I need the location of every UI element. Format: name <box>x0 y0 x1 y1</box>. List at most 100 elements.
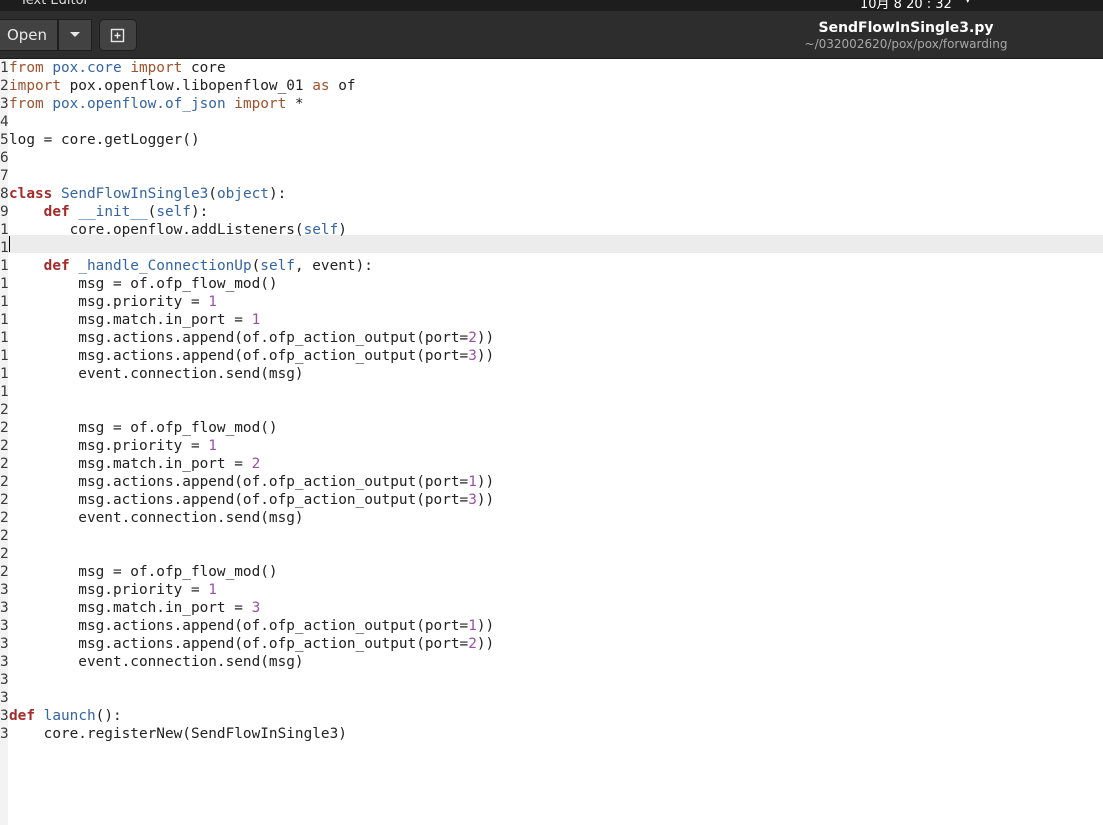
line-number: 5 <box>0 132 8 148</box>
line-number: 11 <box>0 240 8 256</box>
code-line[interactable]: ​ <box>9 545 494 563</box>
line-number: 1 <box>0 60 8 76</box>
line-number: 28 <box>0 546 8 562</box>
line-number: 13 <box>0 276 8 292</box>
code-line[interactable]: msg.actions.append(of.ofp_action_output(… <box>9 329 494 347</box>
code-line[interactable]: from pox.core import core <box>9 59 494 77</box>
code-token: log = core.getLogger() <box>9 132 200 148</box>
code-line[interactable]: event.connection.send(msg) <box>9 509 494 527</box>
code-line[interactable]: msg.match.in_port = 3 <box>9 599 494 617</box>
code-line[interactable]: import pox.openflow.libopenflow_01 as of <box>9 77 494 95</box>
code-token: 2 <box>468 636 477 652</box>
open-menu-button[interactable] <box>58 19 92 51</box>
line-number: 17 <box>0 348 8 364</box>
code-line[interactable]: log = core.getLogger() <box>9 131 494 149</box>
code-token: event.connection.send(msg) <box>9 510 304 526</box>
code-token: msg.match.in_port = <box>9 312 252 328</box>
line-number: 14 <box>0 294 8 310</box>
line-number: 27 <box>0 528 8 544</box>
code-line[interactable]: event.connection.send(msg) <box>9 653 494 671</box>
line-number: 23 <box>0 456 8 472</box>
code-token: self <box>156 204 191 220</box>
code-line[interactable]: ​ <box>9 149 494 167</box>
code-line[interactable]: ​ <box>9 527 494 545</box>
code-line[interactable]: ​ <box>9 671 494 689</box>
code-line[interactable]: core.registerNew(SendFlowInSingle3) <box>9 725 494 743</box>
line-number: 15 <box>0 312 8 328</box>
code-line[interactable]: msg.priority = 1 <box>9 293 494 311</box>
code-token: def <box>43 258 70 274</box>
code-line[interactable]: ​ <box>9 167 494 185</box>
code-line[interactable]: ​ <box>9 239 494 257</box>
text-editor-area[interactable]: 1234567891011121314151617181920212223242… <box>0 59 1103 825</box>
code-token: , event): <box>294 258 373 274</box>
code-line[interactable]: msg.match.in_port = 2 <box>9 455 494 473</box>
code-token: msg.actions.append(of.ofp_action_output(… <box>9 330 469 346</box>
code-token: import <box>234 96 287 112</box>
code-token: 1 <box>208 294 217 310</box>
code-line[interactable]: ​ <box>9 383 494 401</box>
code-line[interactable]: msg.actions.append(of.ofp_action_output(… <box>9 473 494 491</box>
code-token: )) <box>476 636 495 652</box>
code-line[interactable]: msg.actions.append(of.ofp_action_output(… <box>9 635 494 653</box>
code-token: msg = of.ofp_flow_mod() <box>9 564 278 580</box>
code-line[interactable]: msg = of.ofp_flow_mod() <box>9 419 494 437</box>
code-line[interactable]: msg.actions.append(of.ofp_action_output(… <box>9 617 494 635</box>
code-line[interactable]: msg = of.ofp_flow_mod() <box>9 275 494 293</box>
header-bar: Open SendFlowInSingle3.py ~/032002620/po… <box>0 11 1103 59</box>
code-token: msg.priority = <box>9 582 209 598</box>
code-token: ( <box>208 186 217 202</box>
code-token: msg.actions.append(of.ofp_action_output(… <box>9 636 469 652</box>
code-token: def <box>9 708 35 724</box>
code-token: ): <box>190 204 209 220</box>
code-token: (): <box>95 708 122 724</box>
code-line[interactable]: core.openflow.addListeners(self) <box>9 221 494 239</box>
line-number: 4 <box>0 114 8 130</box>
code-line[interactable]: def __init__(self): <box>9 203 494 221</box>
system-menu-icon[interactable]: ▾ <box>965 0 971 6</box>
code-token: from <box>9 96 44 112</box>
activities-app-name[interactable]: Text Editor <box>20 0 89 8</box>
code-line[interactable]: def launch(): <box>9 707 494 725</box>
line-number: 29 <box>0 564 8 580</box>
line-number: 32 <box>0 618 8 634</box>
code-token: msg.priority = <box>9 438 209 454</box>
code-token: from <box>9 60 44 76</box>
code-line[interactable]: msg.priority = 1 <box>9 581 494 599</box>
code-token: self <box>303 222 339 238</box>
code-line[interactable]: ​ <box>9 113 494 131</box>
code-token: msg.actions.append(of.ofp_action_output(… <box>9 492 469 508</box>
code-line[interactable]: msg.actions.append(of.ofp_action_output(… <box>9 491 494 509</box>
code-line[interactable]: ​ <box>9 401 494 419</box>
title-block: SendFlowInSingle3.py ~/032002620/pox/pox… <box>790 19 1022 52</box>
line-number: 3 <box>0 96 8 112</box>
code-token: 1 <box>251 312 261 328</box>
line-number: 21 <box>0 420 8 436</box>
code-line[interactable]: msg.match.in_port = 1 <box>9 311 494 329</box>
line-number: 24 <box>0 474 8 490</box>
code-token: 1 <box>468 474 477 490</box>
line-number: 16 <box>0 330 8 346</box>
code-line[interactable]: msg.actions.append(of.ofp_action_output(… <box>9 347 494 365</box>
code-token: msg.match.in_port = <box>9 600 252 616</box>
code-token: import <box>130 60 183 76</box>
code-token: ): <box>268 186 287 202</box>
code-line[interactable]: msg = of.ofp_flow_mod() <box>9 563 494 581</box>
new-document-button[interactable] <box>99 19 137 51</box>
code-token: msg.priority = <box>9 294 209 310</box>
code-line[interactable]: msg.priority = 1 <box>9 437 494 455</box>
code-token: ( <box>147 204 157 220</box>
open-button[interactable]: Open <box>0 19 58 51</box>
code-line[interactable]: ​ <box>9 689 494 707</box>
code-content[interactable]: from pox.core import core import pox.open… <box>9 59 494 743</box>
code-line[interactable]: from pox.openflow.of_json import * <box>9 95 494 113</box>
code-line[interactable]: class SendFlowInSingle3(object): <box>9 185 494 203</box>
code-line[interactable]: def _handle_ConnectionUp(self, event): <box>9 257 494 275</box>
code-line[interactable]: event.connection.send(msg) <box>9 365 494 383</box>
clock[interactable]: 10月 8 20 : 32 <box>860 0 952 11</box>
line-number: 36 <box>0 690 8 706</box>
code-token: msg.match.in_port = <box>9 456 252 472</box>
line-number: 7 <box>0 168 8 184</box>
